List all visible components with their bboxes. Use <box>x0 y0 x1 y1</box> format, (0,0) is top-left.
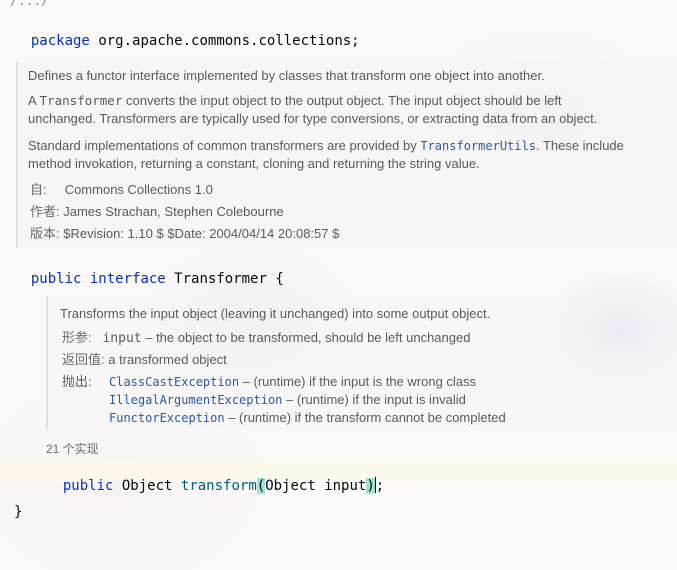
package-declaration[interactable]: package org.apache.commons.collections; <box>14 17 360 49</box>
returns-value: a transformed object <box>108 352 227 367</box>
author-label: 作者: <box>30 204 60 219</box>
inline-code-transformer: Transformer <box>39 93 123 108</box>
returns-tag: 返回值: a transformed object <box>62 351 227 369</box>
folded-comment-marker[interactable]: /.../ <box>10 0 49 9</box>
illegalargumentexception-link[interactable]: IllegalArgumentException <box>109 393 282 407</box>
class-doc-paragraph-1: A Transformer converts the input object … <box>28 93 598 126</box>
params-label: 形参: <box>62 330 92 345</box>
package-name: org.apache.commons.collections; <box>98 33 360 49</box>
author-value: James Strachan, Stephen Colebourne <box>63 204 284 219</box>
params-tag: 形参: input – the object to be transformed… <box>62 329 470 348</box>
method-name: transform <box>180 478 257 494</box>
version-label: 版本: <box>30 226 60 241</box>
interface-declaration[interactable]: public interface Transformer { <box>14 255 284 287</box>
public-keyword: public <box>62 478 114 494</box>
since-tag: 自: Commons Collections 1.0 <box>30 181 213 199</box>
interface-name: Transformer <box>174 271 267 287</box>
class-doc-summary: Defines a functor interface implemented … <box>28 68 545 83</box>
method-params: Object input <box>265 478 367 494</box>
open-paren-match: ( <box>256 478 266 494</box>
closing-brace[interactable]: } <box>14 504 22 520</box>
package-keyword: package <box>30 33 90 49</box>
version-tag: 版本: $Revision: 1.10 $ $Date: 2004/04/14 … <box>30 225 339 243</box>
interface-keyword: interface <box>89 271 166 287</box>
method-declaration[interactable]: public Object transform(Object input); <box>46 461 384 494</box>
param-description: – the object to be transformed, should b… <box>141 330 471 345</box>
returns-label: 返回值: <box>62 352 105 367</box>
param-name: input <box>102 331 142 346</box>
return-type: Object <box>121 478 173 494</box>
method-doc-summary: Transforms the input object (leaving it … <box>60 306 491 321</box>
implementations-inlay-hint[interactable]: 21 个实现 <box>46 440 99 458</box>
throws-item: FunctorException – (runtime) if the tran… <box>109 410 506 425</box>
functorexception-link[interactable]: FunctorException <box>109 411 225 425</box>
since-label: 自: <box>30 182 47 197</box>
open-brace: { <box>275 271 284 287</box>
close-paren-match: ) <box>366 478 375 494</box>
throws-label: 抛出: <box>62 374 92 389</box>
since-value: Commons Collections 1.0 <box>64 182 213 197</box>
author-tag: 作者: James Strachan, Stephen Colebourne <box>30 203 284 221</box>
classcastexception-link[interactable]: ClassCastException <box>109 375 239 389</box>
throws-item: ClassCastException – (runtime) if the in… <box>109 374 477 389</box>
class-doc-paragraph-2: Standard implementations of common trans… <box>28 138 624 171</box>
semicolon: ; <box>375 478 385 494</box>
throws-item: IllegalArgumentException – (runtime) if … <box>109 392 466 407</box>
transformerutils-link[interactable]: TransformerUtils <box>420 139 536 153</box>
public-keyword: public <box>30 271 82 287</box>
version-value: $Revision: 1.10 $ $Date: 2004/04/14 20:0… <box>63 226 340 241</box>
